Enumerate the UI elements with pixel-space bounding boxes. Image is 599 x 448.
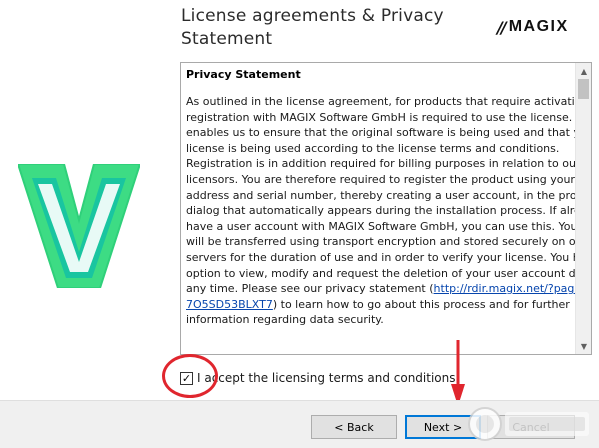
doc-line: address and serial number, thereby creat… bbox=[186, 188, 575, 202]
scroll-thumb[interactable] bbox=[578, 79, 589, 99]
scroll-up-arrow-icon[interactable]: ▲ bbox=[576, 63, 591, 79]
doc-line: enables us to ensure that the original s… bbox=[186, 126, 575, 140]
annotation-circle bbox=[162, 354, 218, 398]
doc-line-text: any time. Please see our privacy stateme… bbox=[186, 282, 434, 296]
watermark-logo-icon bbox=[468, 407, 589, 441]
doc-line: As outlined in the license agreement, fo… bbox=[186, 95, 575, 108]
doc-line-text: ) to learn how to go about this process … bbox=[272, 297, 570, 311]
page-title-line2: Statement bbox=[181, 29, 273, 49]
magix-logo: // MAGIX bbox=[497, 17, 569, 37]
v-logo-icon bbox=[18, 164, 140, 288]
magix-wordmark: MAGIX bbox=[508, 18, 569, 35]
doc-line: Registration is in addition required for… bbox=[186, 157, 575, 171]
vertical-scrollbar[interactable]: ▲ ▼ bbox=[575, 63, 591, 354]
doc-line: option to view, modify and request the d… bbox=[186, 266, 575, 280]
doc-line: will be transferred using transport encr… bbox=[186, 235, 575, 249]
doc-line: information regarding data security. bbox=[186, 313, 384, 327]
doc-line-with-link: any time. Please see our privacy stateme… bbox=[186, 281, 575, 297]
page-title-line1: License agreements & Privacy bbox=[181, 6, 444, 26]
privacy-link-part2[interactable]: 7O5SD53BLXT7 bbox=[186, 298, 273, 311]
doc-line-with-link: 7O5SD53BLXT7) to learn how to go about t… bbox=[186, 297, 571, 313]
license-text-box[interactable]: Privacy Statement As outlined in the lic… bbox=[180, 62, 592, 355]
doc-line: have a user account with MAGIX Software … bbox=[186, 219, 575, 233]
accept-terms-row[interactable]: ✓ I accept the licensing terms and condi… bbox=[180, 369, 456, 387]
page-title: License agreements & Privacy Statement bbox=[181, 5, 471, 51]
doc-line: registration with MAGIX Software GmbH is… bbox=[186, 110, 575, 124]
doc-line: dialog that automatically appears during… bbox=[186, 204, 575, 218]
accept-label[interactable]: I accept the licensing terms and conditi… bbox=[197, 371, 456, 385]
back-button[interactable]: < Back bbox=[311, 415, 397, 439]
doc-heading: Privacy Statement bbox=[186, 68, 301, 81]
privacy-link-part1[interactable]: http://rdir.magix.net/?page= bbox=[434, 282, 575, 295]
scroll-down-arrow-icon[interactable]: ▼ bbox=[576, 338, 591, 354]
doc-line: licensors. You are therefore required to… bbox=[186, 172, 575, 186]
license-text-content: Privacy Statement As outlined in the lic… bbox=[182, 64, 575, 353]
annotation-arrow-icon bbox=[451, 340, 465, 406]
left-brand-panel bbox=[0, 0, 158, 400]
magix-slashes-icon: // bbox=[497, 17, 507, 37]
doc-line: license is being used according to the l… bbox=[186, 141, 560, 155]
doc-line: servers for the duration of use and in o… bbox=[186, 250, 575, 264]
